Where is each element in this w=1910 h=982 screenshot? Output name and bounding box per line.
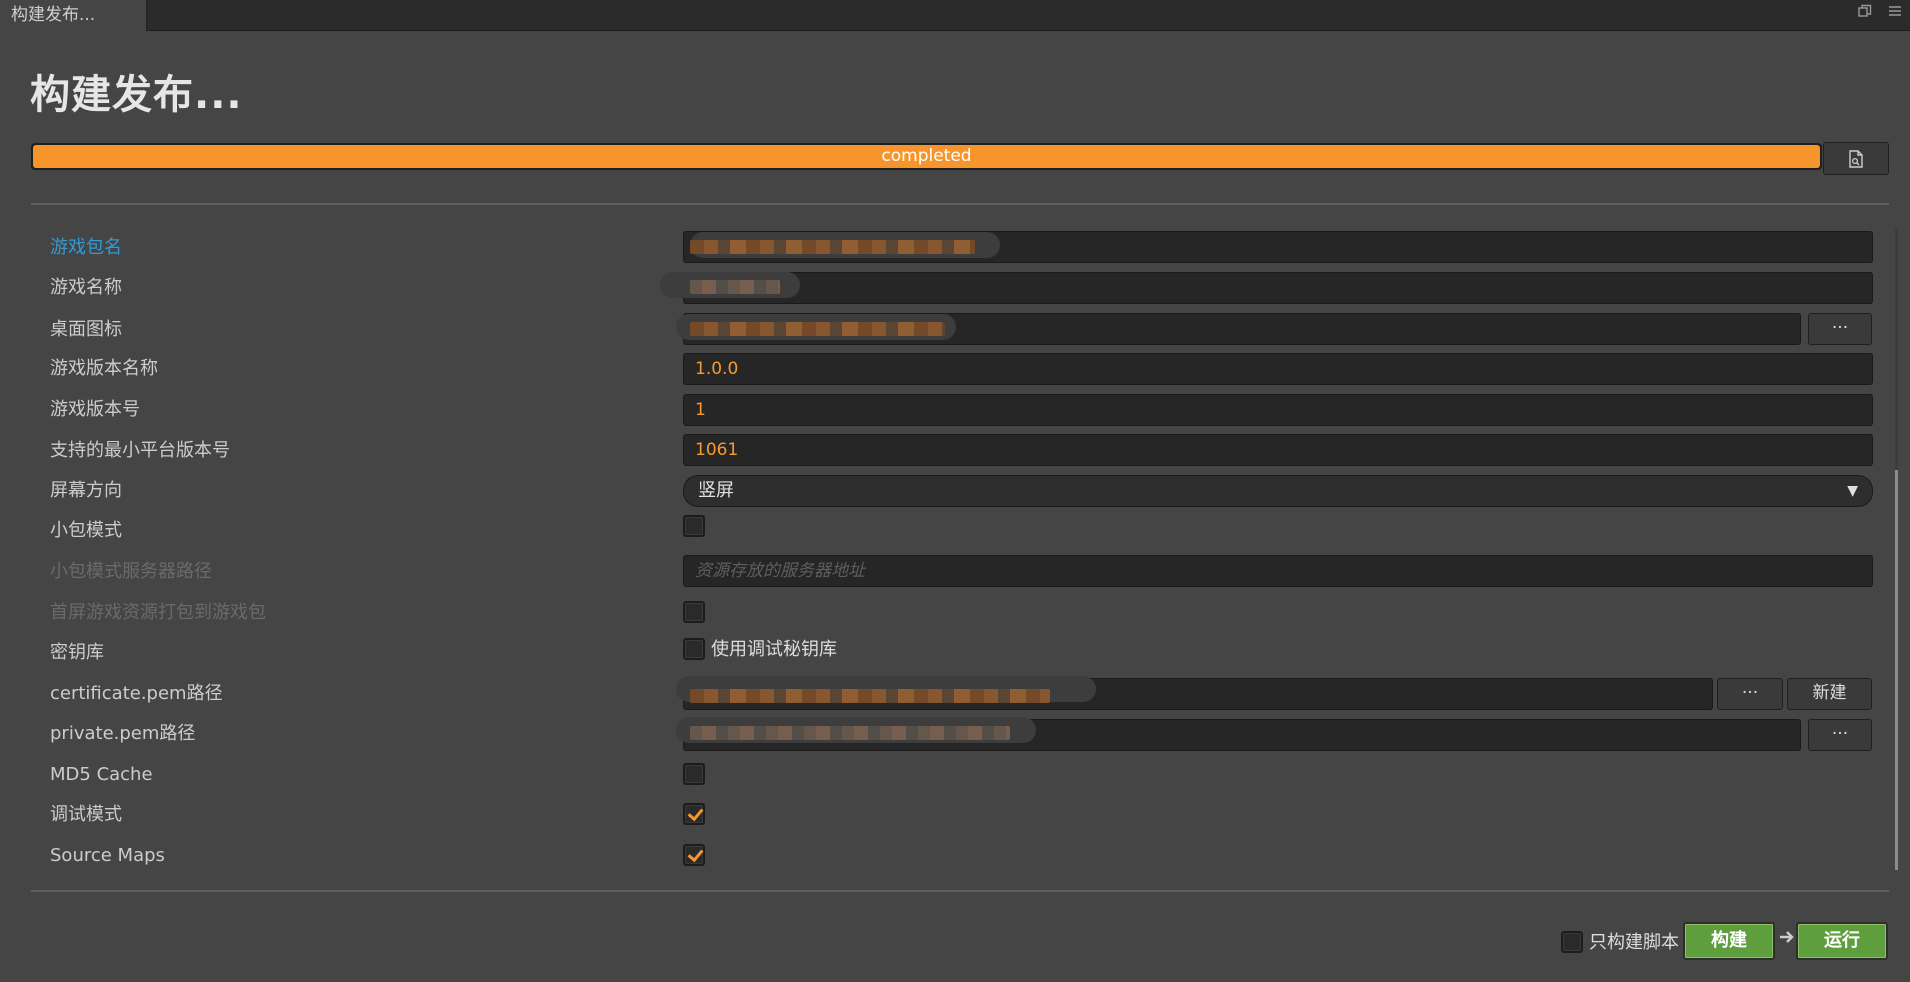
first-screen-pack-checkbox[interactable] — [683, 601, 705, 623]
divider-bottom — [31, 890, 1889, 892]
build-progress-bar: completed — [31, 143, 1822, 170]
label-version-code: 游戏版本号 — [50, 399, 140, 420]
label-game-package-name: 游戏包名 — [50, 237, 122, 258]
label-small-package-server: 小包模式服务器路径 — [50, 561, 212, 582]
tab-bar: 构建发布... — [0, 0, 1910, 31]
min-platform-version-input[interactable]: 1061 — [683, 434, 1873, 466]
open-log-button[interactable] — [1823, 142, 1889, 175]
label-first-screen-pack: 首屏游戏资源打包到游戏包 — [50, 602, 266, 623]
label-keystore: 密钥库 — [50, 642, 104, 663]
run-button[interactable]: 运行 — [1796, 922, 1888, 960]
arrow-right-icon — [1778, 927, 1796, 951]
label-debug-mode: 调试模式 — [50, 804, 122, 825]
label-private-path: private.pem路径 — [50, 723, 196, 744]
certificate-browse-button[interactable]: ··· — [1717, 678, 1783, 710]
label-version-name: 游戏版本名称 — [50, 358, 158, 379]
label-md5-cache: MD5 Cache — [50, 764, 153, 785]
small-package-server-input[interactable]: 资源存放的服务器地址 — [683, 555, 1873, 587]
redaction — [690, 280, 780, 294]
log-file-icon — [1848, 150, 1864, 172]
small-package-mode-checkbox[interactable] — [683, 515, 705, 537]
build-script-only-checkbox[interactable] — [1561, 931, 1583, 953]
label-source-maps: Source Maps — [50, 845, 165, 866]
triangle-down-icon: ▼ — [1847, 483, 1858, 499]
restore-window-icon[interactable] — [1856, 4, 1874, 22]
orientation-selected-value: 竖屏 — [698, 480, 734, 501]
tab-title: 构建发布... — [11, 5, 96, 25]
private-browse-button[interactable]: ··· — [1808, 719, 1872, 751]
menu-icon[interactable] — [1886, 4, 1904, 22]
divider-top — [31, 203, 1889, 205]
label-game-name: 游戏名称 — [50, 277, 122, 298]
redaction — [690, 689, 1050, 703]
desktop-icon-browse-button[interactable]: ··· — [1808, 313, 1872, 345]
version-code-input[interactable]: 1 — [683, 394, 1873, 426]
certificate-new-button[interactable]: 新建 — [1787, 678, 1872, 710]
debug-mode-checkbox[interactable] — [683, 803, 705, 825]
label-orientation: 屏幕方向 — [50, 480, 122, 501]
redaction — [690, 240, 975, 254]
game-name-input[interactable] — [683, 272, 1873, 304]
orientation-select[interactable]: 竖屏 ▼ — [683, 475, 1873, 507]
redaction — [690, 726, 1010, 740]
build-script-only-label[interactable]: 只构建脚本 — [1589, 931, 1679, 955]
tab-build-publish[interactable]: 构建发布... — [0, 0, 147, 31]
build-button[interactable]: 构建 — [1683, 922, 1775, 960]
label-certificate-path: certificate.pem路径 — [50, 683, 223, 704]
progress-status: completed — [881, 146, 972, 166]
redaction — [690, 322, 945, 336]
label-desktop-icon: 桌面图标 — [50, 319, 122, 340]
page-title: 构建发布... — [30, 72, 243, 118]
debug-keystore-checkbox[interactable] — [683, 638, 705, 660]
label-min-platform-version: 支持的最小平台版本号 — [50, 440, 230, 461]
source-maps-checkbox[interactable] — [683, 844, 705, 866]
label-small-package-mode: 小包模式 — [50, 520, 122, 541]
md5-cache-checkbox[interactable] — [683, 763, 705, 785]
scrollbar-thumb[interactable] — [1895, 470, 1898, 870]
version-name-input[interactable]: 1.0.0 — [683, 353, 1873, 385]
debug-keystore-label[interactable]: 使用调试秘钥库 — [711, 638, 837, 662]
